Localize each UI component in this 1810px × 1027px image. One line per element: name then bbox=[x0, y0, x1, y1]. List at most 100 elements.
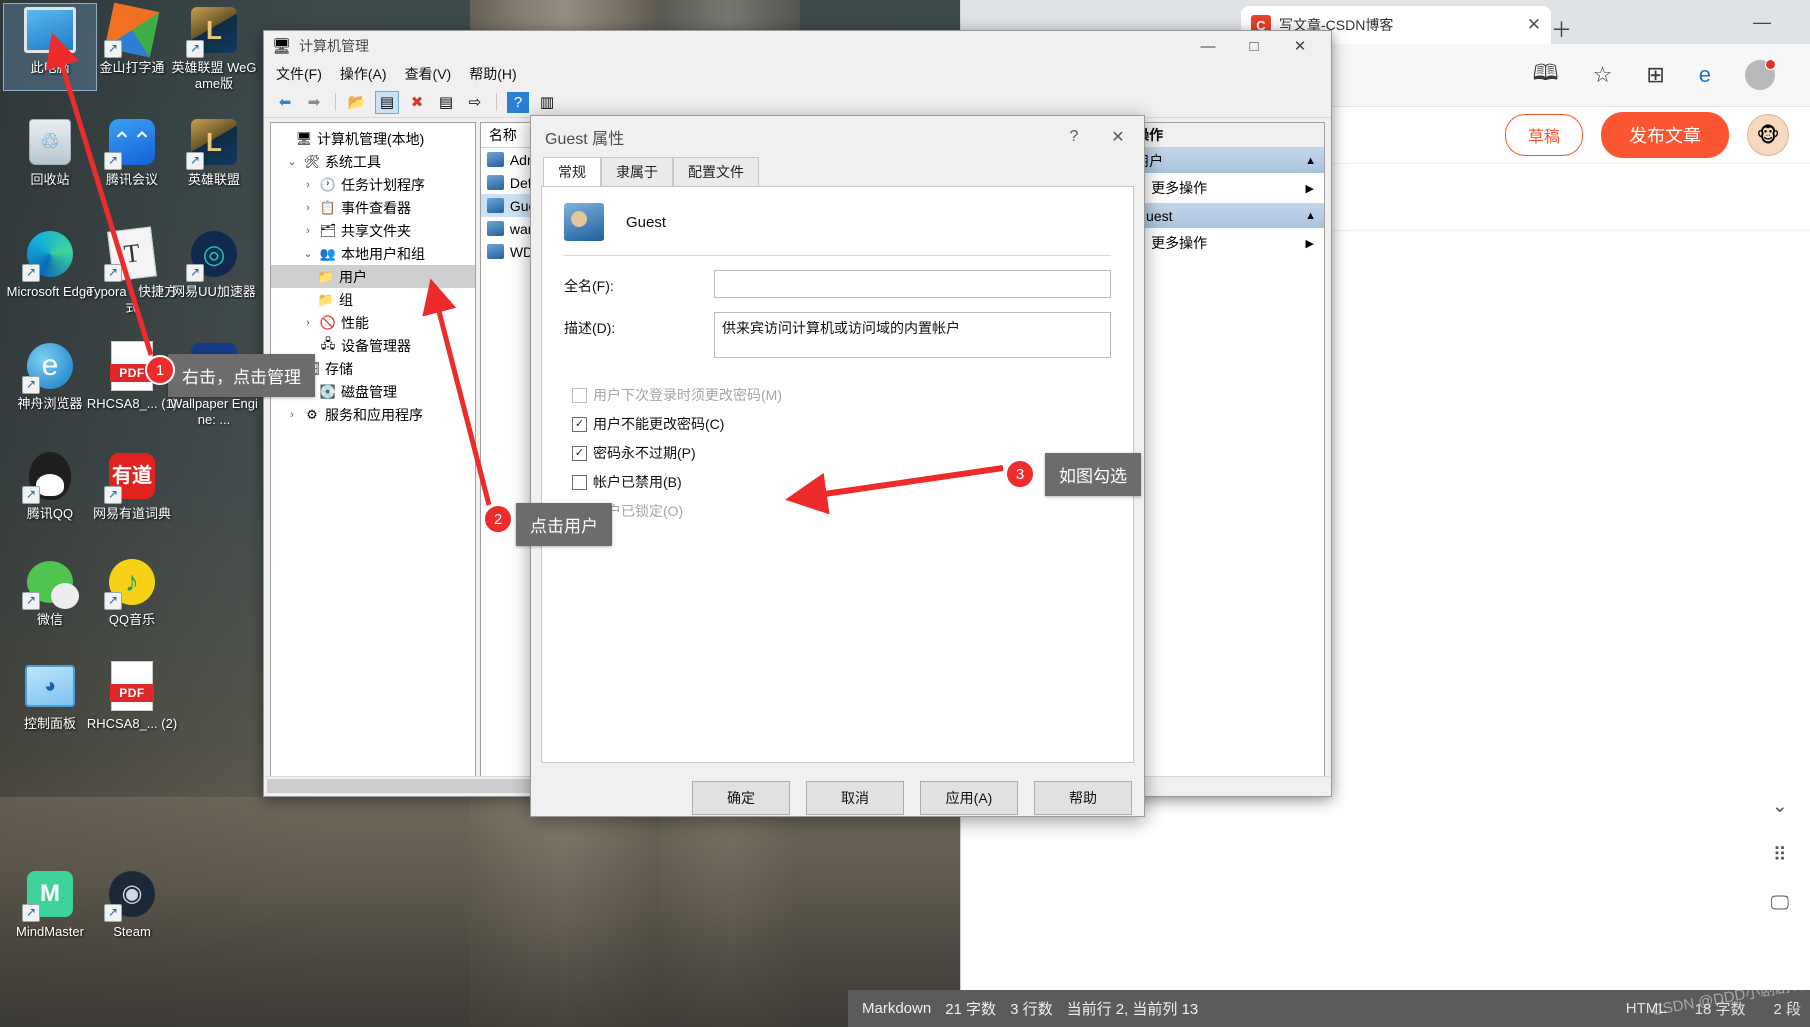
desktop-icon-mindmaster[interactable]: M ↗ MindMaster bbox=[4, 868, 96, 940]
ok-button[interactable]: 确定 bbox=[692, 781, 790, 815]
desktop-icon-shenzhou-browser[interactable]: e ↗ 神舟浏览器 bbox=[4, 340, 96, 412]
menu-file[interactable]: 文件(F) bbox=[276, 64, 322, 84]
desktop-icon-typora[interactable]: T ↗ Typora - 快捷方式 bbox=[86, 226, 178, 316]
back-icon[interactable]: ⬅ bbox=[274, 92, 296, 113]
tree-item-users[interactable]: 📁 用户 bbox=[271, 265, 475, 288]
desktop-icon-this-pc[interactable]: 此电脑 bbox=[3, 3, 97, 91]
draft-button[interactable]: 草稿 bbox=[1504, 114, 1583, 156]
twisty-icon[interactable]: › bbox=[301, 225, 315, 237]
apply-button[interactable]: 应用(A) bbox=[920, 781, 1018, 815]
user-account-icon bbox=[564, 203, 604, 241]
menu-action[interactable]: 操作(A) bbox=[340, 64, 387, 84]
desktop-icon-label: 此电脑 bbox=[30, 60, 70, 75]
full-name-field[interactable] bbox=[714, 270, 1111, 298]
show-console-tree-icon[interactable]: ▤ bbox=[375, 90, 399, 114]
twisty-icon[interactable]: › bbox=[301, 179, 315, 191]
desktop-icon-wechat[interactable]: ↗ 微信 bbox=[4, 556, 96, 628]
cannot-change-password-row[interactable]: ✓ 用户不能更改密码(C) bbox=[542, 405, 1133, 434]
tree-item-event-viewer[interactable]: › 📋 事件查看器 bbox=[271, 196, 475, 219]
ie-mode-icon[interactable]: e bbox=[1699, 62, 1711, 88]
desktop-icon-youdao-dict[interactable]: 有道 ↗ 网易有道词典 bbox=[86, 450, 178, 522]
collapse-caret-icon[interactable]: ▲ bbox=[1305, 155, 1316, 167]
twisty-icon[interactable]: › bbox=[301, 202, 315, 214]
must-change-password-row[interactable]: 用户下次登录时须更改密码(M) bbox=[542, 376, 1133, 405]
tree-item-system-tools[interactable]: ⌄ 🛠 系统工具 bbox=[271, 150, 475, 173]
cannot-change-password-checkbox[interactable]: ✓ bbox=[572, 416, 587, 432]
computer-management-icon: 🖥 bbox=[272, 38, 292, 55]
read-aloud-icon[interactable]: 🕮 bbox=[1533, 56, 1559, 94]
dialog-close-icon[interactable]: ✕ bbox=[1096, 116, 1140, 158]
tab-general[interactable]: 常规 bbox=[543, 157, 601, 186]
collapse-caret-icon[interactable]: ▲ bbox=[1305, 210, 1316, 222]
close-tab-icon[interactable]: ✕ bbox=[1527, 15, 1541, 35]
actions-pane[interactable]: 操作 用户 ▲ 更多操作 ▶ Guest ▲ 更多操作 ▶ bbox=[1124, 122, 1326, 782]
cmgmt-close-button[interactable]: ✕ bbox=[1277, 31, 1323, 61]
browser-minimize-icon[interactable]: — bbox=[1753, 12, 1771, 33]
new-tab-icon[interactable]: ＋ bbox=[1551, 14, 1572, 44]
tree-item-services-applications[interactable]: › ⚙ 服务和应用程序 bbox=[271, 403, 475, 426]
favorites-icon[interactable]: ☆ bbox=[1593, 62, 1613, 88]
desktop-icon-rhcsa8-2[interactable]: RHCSA8_... (2) bbox=[86, 660, 178, 732]
cmgmt-maximize-button[interactable]: □ bbox=[1231, 31, 1277, 61]
account-locked-row[interactable]: 帐户已锁定(O) bbox=[542, 492, 1133, 521]
cmgmt-minimize-button[interactable]: — bbox=[1185, 31, 1231, 61]
grid-icon[interactable]: ⠿ bbox=[1773, 844, 1787, 867]
tree-item-groups[interactable]: 📁 组 bbox=[271, 288, 475, 311]
description-field[interactable]: 供来宾访问计算机或访问域的内置帐户 bbox=[714, 312, 1111, 358]
desktop-icon-steam[interactable]: ◉ ↗ Steam bbox=[86, 868, 178, 940]
desktop-icon-lol[interactable]: L ↗ 英雄联盟 bbox=[168, 116, 260, 188]
password-never-expires-checkbox[interactable]: ✓ bbox=[572, 445, 587, 461]
tab-member-of[interactable]: 隶属于 bbox=[601, 157, 673, 186]
tree-item-local-users-groups[interactable]: ⌄ 👥 本地用户和组 bbox=[271, 242, 475, 265]
new-window-icon[interactable]: ▥ bbox=[536, 92, 558, 113]
collections-icon[interactable]: ⊞ bbox=[1646, 62, 1664, 88]
must-change-password-checkbox[interactable] bbox=[572, 387, 587, 403]
computer-icon: 🖥 bbox=[295, 130, 313, 146]
dialog-tabs: 常规 隶属于 配置文件 bbox=[531, 157, 1144, 186]
actions-group-guest[interactable]: Guest ▲ bbox=[1125, 203, 1325, 228]
twisty-icon[interactable]: ⌄ bbox=[301, 247, 315, 260]
forward-icon[interactable]: ➡ bbox=[303, 92, 325, 113]
console-tree[interactable]: 🖥 计算机管理(本地) ⌄ 🛠 系统工具 › 🕐 任务计划程序 › 📋 事件查看… bbox=[270, 122, 476, 782]
twisty-icon[interactable]: ⌄ bbox=[285, 155, 299, 168]
publish-button[interactable]: 发布文章 bbox=[1601, 112, 1729, 158]
desktop-icon-tencent-qq[interactable]: ↗ 腾讯QQ bbox=[4, 450, 96, 522]
actions-item-more-actions-guest[interactable]: 更多操作 ▶ bbox=[1125, 228, 1324, 258]
monitor-icon[interactable]: 🖵 bbox=[1771, 893, 1789, 915]
user-avatar[interactable]: 🐵 bbox=[1747, 114, 1789, 156]
desktop-icon-lol-wegame[interactable]: L ↗ 英雄联盟 WeGame版 bbox=[168, 4, 260, 92]
actions-group-users[interactable]: 用户 ▲ bbox=[1125, 148, 1325, 173]
actions-item-more-actions-users[interactable]: 更多操作 ▶ bbox=[1125, 173, 1324, 203]
desktop-icon-edge[interactable]: ↗ Microsoft Edge bbox=[4, 228, 96, 300]
help-icon[interactable]: ? bbox=[507, 91, 529, 113]
tree-item-shared-folders[interactable]: › 🗂 共享文件夹 bbox=[271, 219, 475, 242]
chevron-down-icon[interactable]: ⌄ bbox=[1772, 795, 1788, 818]
cancel-button[interactable]: 取消 bbox=[806, 781, 904, 815]
twisty-icon[interactable]: › bbox=[285, 409, 299, 421]
up-folder-icon[interactable]: 📂 bbox=[346, 92, 368, 113]
desktop-icon-control-panel[interactable]: ◕ 控制面板 bbox=[4, 660, 96, 732]
tab-profile[interactable]: 配置文件 bbox=[673, 157, 759, 186]
desktop-icon-netease-uu[interactable]: ◎ ↗ 网易UU加速器 bbox=[168, 228, 260, 300]
cmgmt-title: 计算机管理 bbox=[299, 38, 370, 54]
cmgmt-titlebar[interactable]: 🖥 计算机管理 — □ ✕ bbox=[264, 31, 1331, 61]
menu-help[interactable]: 帮助(H) bbox=[469, 64, 516, 84]
checkbox-label: 密码永不过期(P) bbox=[593, 445, 696, 461]
desktop-icon-qq-music[interactable]: ♪ ↗ QQ音乐 bbox=[86, 556, 178, 628]
desktop-icon-recycle-bin[interactable]: 回收站 bbox=[4, 116, 96, 188]
menu-view[interactable]: 查看(V) bbox=[405, 64, 452, 84]
desktop-icon-kingsoft-typing[interactable]: ↗ 金山打字通 bbox=[86, 2, 178, 76]
profile-avatar-icon[interactable] bbox=[1745, 59, 1776, 90]
desktop-icon-tencent-meeting[interactable]: ⌃⌃ ↗ 腾讯会议 bbox=[86, 116, 178, 188]
tree-item-computer-management[interactable]: 🖥 计算机管理(本地) bbox=[271, 127, 475, 150]
dialog-help-icon[interactable]: ? bbox=[1052, 116, 1096, 158]
twisty-icon[interactable]: › bbox=[301, 317, 315, 329]
dialog-titlebar[interactable]: Guest 属性 ? ✕ bbox=[531, 116, 1144, 158]
delete-icon[interactable]: ✖ bbox=[406, 92, 428, 113]
export-list-icon[interactable]: ⇨ bbox=[464, 92, 486, 113]
tree-item-performance[interactable]: › 🚫 性能 bbox=[271, 311, 475, 334]
help-button[interactable]: 帮助 bbox=[1034, 781, 1132, 815]
account-disabled-checkbox[interactable] bbox=[572, 474, 587, 490]
properties-icon[interactable]: ▤ bbox=[435, 92, 457, 113]
tree-item-task-scheduler[interactable]: › 🕐 任务计划程序 bbox=[271, 173, 475, 196]
